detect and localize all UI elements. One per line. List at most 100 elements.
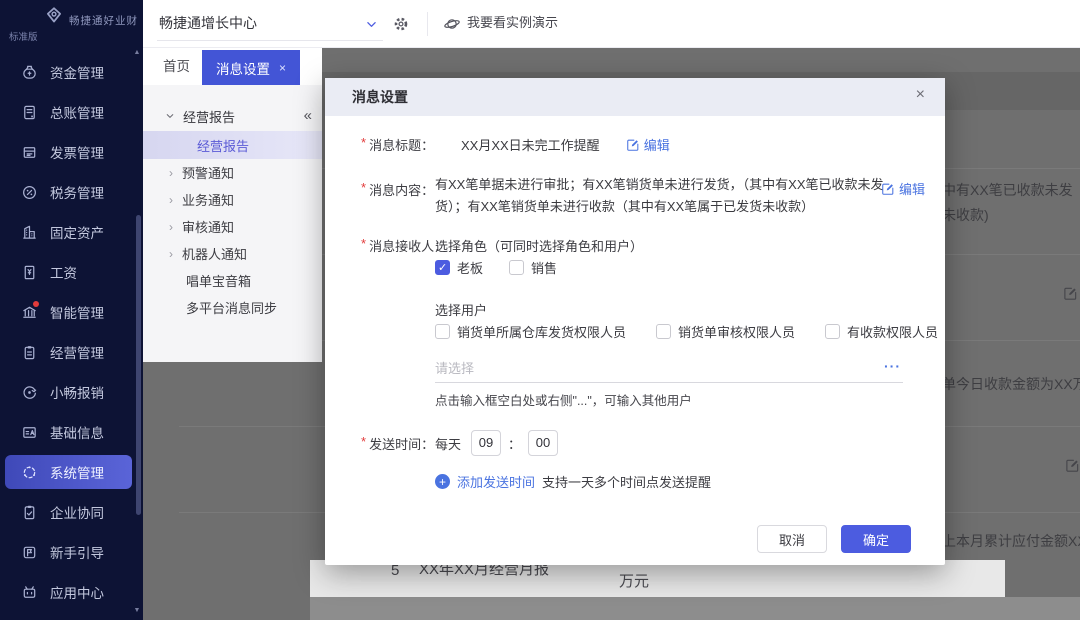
message-settings-modal: 消息设置 × *消息标题： XX月XX日未完工作提醒 编辑 *消息内容： 有XX… bbox=[325, 78, 945, 565]
sidebar-item-newbie-guide[interactable]: 新手引导 bbox=[0, 532, 143, 572]
add-send-time-row: 添加发送时间 支持一天多个时间点发送提醒 bbox=[435, 472, 711, 491]
sidebar-item-expense[interactable]: 小畅报销 bbox=[0, 372, 143, 412]
sidebar-item-salary[interactable]: 工资 bbox=[0, 252, 143, 292]
sidebar-item-business-management[interactable]: 经营管理 bbox=[0, 332, 143, 372]
checkbox-boss[interactable] bbox=[435, 260, 450, 275]
picker-tip: 点击输入框空白处或右侧"..."，可输入其他用户 bbox=[435, 390, 692, 409]
checkbox-audit-users[interactable] bbox=[656, 324, 671, 339]
modal-footer: 取消 确定 bbox=[757, 525, 911, 553]
tab-home[interactable]: 首页 bbox=[151, 48, 202, 85]
sidebar-item-label: 系统管理 bbox=[50, 462, 104, 482]
sidebar-item-funds[interactable]: 资金管理 bbox=[0, 52, 143, 92]
subnav-item-label: 审核通知 bbox=[182, 217, 234, 236]
required-mark: * bbox=[361, 180, 366, 199]
sidebar-item-general-ledger[interactable]: 总账管理 bbox=[0, 92, 143, 132]
topbar-divider bbox=[427, 12, 428, 36]
sidebar-item-system-management[interactable]: 系统管理 bbox=[5, 455, 132, 489]
ghost-row-value: 万元 bbox=[619, 570, 649, 591]
invoice-icon bbox=[21, 144, 38, 161]
more-users-button[interactable]: ··· bbox=[884, 358, 901, 374]
tab-message-settings[interactable]: 消息设置 × bbox=[202, 50, 300, 85]
user-checkbox-group: 销货单所属仓库发货权限人员 销货单审核权限人员 有收款权限人员 bbox=[435, 322, 938, 341]
hour-input[interactable]: 09 bbox=[471, 430, 501, 456]
sidebar-item-enterprise-collab[interactable]: 企业协同 bbox=[0, 492, 143, 532]
primary-nav: 资金管理 总账管理 发票管理 税务管理 固定资产 工资 智能管理 经营管理 小畅… bbox=[0, 52, 143, 612]
sidebar-item-smart-management[interactable]: 智能管理 bbox=[0, 292, 143, 332]
sidebar-item-label: 工资 bbox=[50, 262, 77, 282]
demo-planet-icon bbox=[443, 15, 461, 33]
message-title-value: XX月XX日未完工作提醒 bbox=[461, 135, 600, 154]
checkbox-payment-users[interactable] bbox=[825, 324, 840, 339]
close-icon[interactable]: × bbox=[916, 87, 925, 103]
modal-header: 消息设置 × bbox=[325, 78, 945, 116]
message-content-label: *消息内容： bbox=[361, 180, 434, 199]
edit-label: 编辑 bbox=[644, 135, 670, 154]
subnav-group-business-report[interactable]: 经营报告 bbox=[143, 101, 322, 131]
checkbox-label: 老板 bbox=[457, 258, 483, 277]
edit-icon bbox=[626, 138, 640, 152]
subnav-item-business-report[interactable]: 经营报告 bbox=[143, 131, 322, 159]
field-label-text: 消息标题： bbox=[369, 135, 434, 154]
message-content-value: 有XX笔单据未进行审批；有XX笔销货单未进行发货，（其中有XX笔已收款未发货）；… bbox=[435, 174, 887, 218]
subnav-item-robot-notice[interactable]: ›机器人通知 bbox=[143, 240, 322, 267]
scroll-up-icon[interactable] bbox=[132, 49, 142, 56]
demo-link[interactable]: 我要看实例演示 bbox=[467, 0, 558, 46]
subnav-item-label: 唱单宝音箱 bbox=[186, 271, 251, 290]
guide-icon bbox=[21, 544, 38, 561]
checkbox-warehouse-users[interactable] bbox=[435, 324, 450, 339]
subnav-item-multi-platform-sync[interactable]: 多平台消息同步 bbox=[143, 294, 322, 321]
user-payment-option[interactable]: 有收款权限人员 bbox=[825, 322, 938, 341]
sidebar-item-label: 新手引导 bbox=[50, 542, 104, 562]
edit-label: 编辑 bbox=[899, 179, 925, 198]
role-sales-option[interactable]: 销售 bbox=[509, 258, 557, 277]
sidebar-item-label: 资金管理 bbox=[50, 62, 104, 82]
sidebar-item-app-center[interactable]: 应用中心 bbox=[0, 572, 143, 612]
system-icon bbox=[21, 464, 38, 481]
subnav-item-business-notice[interactable]: ›业务通知 bbox=[143, 186, 322, 213]
chevron-right-icon: › bbox=[169, 167, 173, 179]
sidebar-item-base-info[interactable]: 基础信息 bbox=[0, 412, 143, 452]
edit-content-button[interactable]: 编辑 bbox=[881, 179, 925, 198]
subnav-item-audit-notice[interactable]: ›审核通知 bbox=[143, 213, 322, 240]
brand-edition-badge: 标准版 bbox=[9, 29, 38, 43]
sidebar-item-tax[interactable]: 税务管理 bbox=[0, 172, 143, 212]
user-select-hint: 选择用户 bbox=[435, 300, 487, 319]
base-info-icon bbox=[21, 424, 38, 441]
field-label-text: 消息内容： bbox=[369, 180, 434, 199]
tab-close-icon[interactable]: × bbox=[279, 61, 286, 75]
plus-circle-icon bbox=[435, 474, 450, 489]
sidebar-item-fixed-assets[interactable]: 固定资产 bbox=[0, 212, 143, 252]
collapse-panel-icon[interactable]: « bbox=[304, 107, 312, 124]
checkbox-label: 销货单所属仓库发货权限人员 bbox=[457, 322, 626, 341]
user-audit-option[interactable]: 销货单审核权限人员 bbox=[656, 322, 795, 341]
sidebar-scrollbar-thumb[interactable] bbox=[136, 215, 141, 515]
checkbox-label: 有收款权限人员 bbox=[847, 322, 938, 341]
ledger-icon bbox=[21, 104, 38, 121]
cancel-button[interactable]: 取消 bbox=[757, 525, 827, 553]
tax-icon bbox=[21, 184, 38, 201]
sidebar-item-label: 经营管理 bbox=[50, 342, 104, 362]
edit-title-button[interactable]: 编辑 bbox=[626, 135, 670, 154]
checkbox-sales[interactable] bbox=[509, 260, 524, 275]
scroll-down-icon[interactable] bbox=[132, 607, 142, 614]
ghost-text: 上本月累计应付金额XX bbox=[942, 531, 1080, 551]
message-title-label: *消息标题： bbox=[361, 135, 457, 154]
user-warehouse-option[interactable]: 销货单所属仓库发货权限人员 bbox=[435, 322, 626, 341]
primary-sidebar: 畅捷通好业财 标准版 资金管理 总账管理 发票管理 税务管理 固定资产 工资 智… bbox=[0, 0, 143, 620]
expense-icon bbox=[21, 384, 38, 401]
chevron-down-icon[interactable] bbox=[365, 18, 378, 31]
sidebar-item-label: 小畅报销 bbox=[50, 382, 104, 402]
sidebar-item-invoice[interactable]: 发票管理 bbox=[0, 132, 143, 172]
time-separator: ： bbox=[508, 434, 521, 453]
workspace-underline bbox=[157, 40, 383, 41]
subnav-item-speaker[interactable]: 唱单宝音箱 bbox=[143, 267, 322, 294]
role-boss-option[interactable]: 老板 bbox=[435, 258, 483, 277]
every-day-label: 每天 bbox=[435, 434, 461, 453]
subnav-item-warning-notice[interactable]: ›预警通知 bbox=[143, 159, 322, 186]
user-picker-input[interactable]: 请选择 ··· bbox=[435, 358, 903, 383]
minute-input[interactable]: 00 bbox=[528, 430, 558, 456]
confirm-button[interactable]: 确定 bbox=[841, 525, 911, 553]
add-send-time-link[interactable]: 添加发送时间 bbox=[457, 472, 535, 491]
gear-icon[interactable] bbox=[392, 15, 410, 33]
send-time-row: *发送时间： 每天 09 ： 00 bbox=[361, 430, 558, 456]
